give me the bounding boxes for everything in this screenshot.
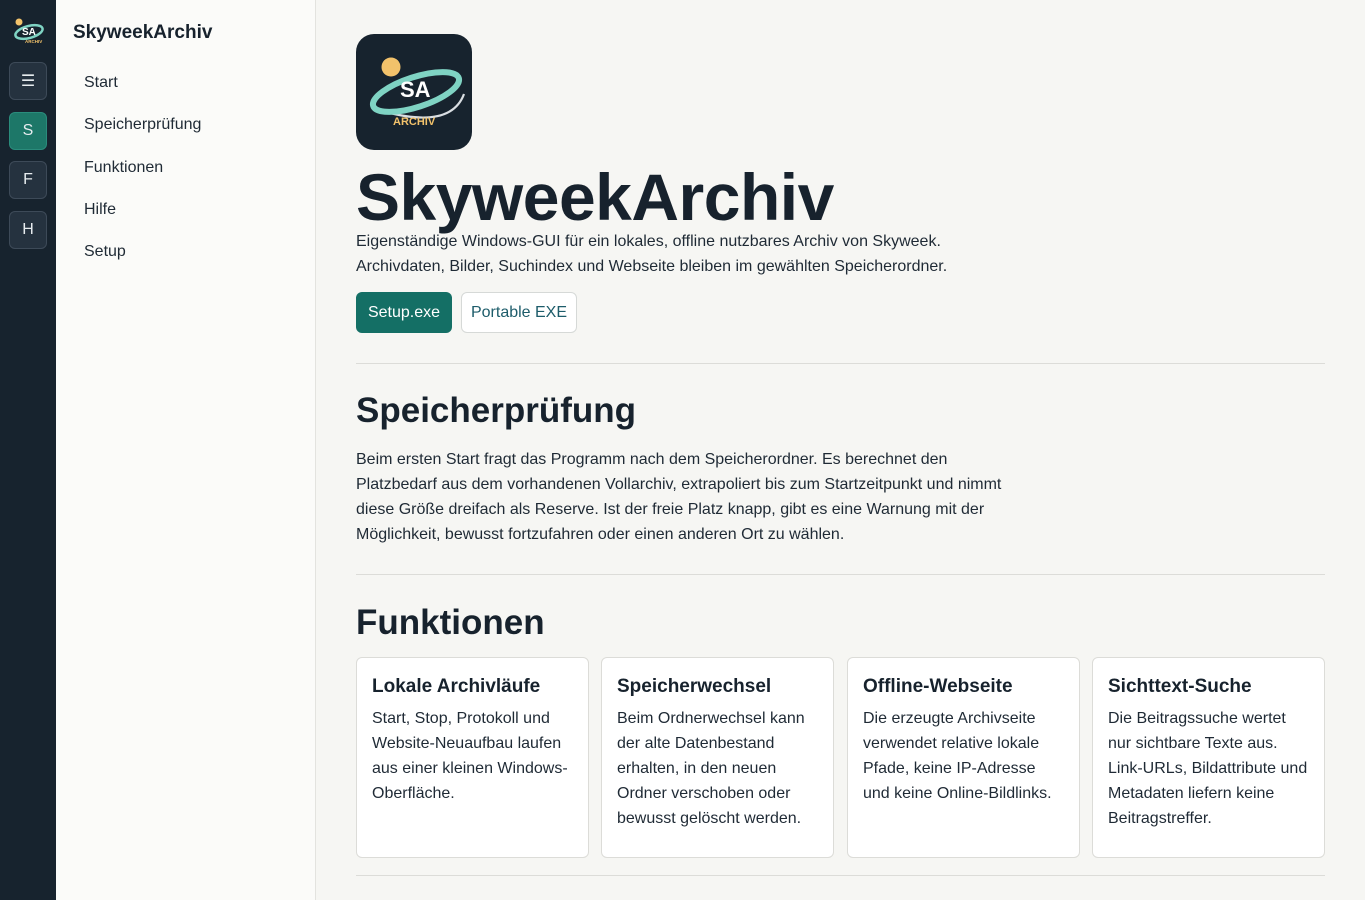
sidebar-item-setup[interactable]: Setup <box>84 243 126 261</box>
feature-card-title: Sichttext-Suche <box>1108 676 1252 697</box>
speicherpruefung-text: Beim ersten Start fragt das Programm nac… <box>356 451 1002 543</box>
feature-card-text: Beim Ordnerwechsel kann der alte Datenbe… <box>617 710 805 827</box>
feature-card-text: Start, Stop, Protokoll und Website-Neuau… <box>372 710 568 802</box>
portable-exe-button[interactable]: Portable EXE <box>461 292 577 333</box>
sidebar-item-speicherpruefung[interactable]: Speicherprüfung <box>84 116 201 134</box>
feature-card-title: Lokale Archivläufe <box>372 676 541 697</box>
sidebar-item-hilfe[interactable]: Hilfe <box>84 201 116 219</box>
rail-button-label: S <box>22 122 34 139</box>
svg-text:SA: SA <box>22 27 36 38</box>
feature-card-title: Speicherwechsel <box>617 676 772 697</box>
feature-card: Sichttext-Suche Die Beitragssuche wertet… <box>1092 657 1325 858</box>
menu-icon: ☰ <box>20 73 36 90</box>
hero-logo: SA ARCHIV <box>356 34 472 150</box>
setup-exe-button[interactable]: Setup.exe <box>356 292 452 333</box>
feature-card-text: Die Beitragssuche wertet nur sichtbare T… <box>1108 710 1308 827</box>
feature-card-title: Offline-Webseite <box>863 676 1013 697</box>
main-content: SA ARCHIV SkyweekArchiv Eigenständige Wi… <box>356 0 1325 900</box>
svg-text:ARCHIV: ARCHIV <box>25 39 42 44</box>
app-logo-icon[interactable]: SA ARCHIV <box>11 14 45 48</box>
section-divider <box>356 363 1325 364</box>
icon-rail: SA ARCHIV ☰ S F H <box>0 0 56 900</box>
rail-button-start[interactable]: S <box>9 112 47 150</box>
feature-card: Speicherwechsel Beim Ordnerwechsel kann … <box>601 657 834 858</box>
section-divider <box>356 875 1325 876</box>
sidebar-item-funktionen[interactable]: Funktionen <box>84 159 163 177</box>
hero-description-line-2: Archivdaten, Bilder, Suchindex und Webse… <box>356 258 948 275</box>
rail-button-label: H <box>22 221 34 238</box>
rail-button-funktionen[interactable]: F <box>9 161 47 199</box>
menu-button[interactable]: ☰ <box>9 62 47 100</box>
page-title: SkyweekArchiv <box>356 160 834 234</box>
section-divider <box>356 574 1325 575</box>
feature-card: Lokale Archivläufe Start, Stop, Protokol… <box>356 657 589 858</box>
rail-button-hilfe[interactable]: H <box>9 211 47 249</box>
rail-button-label: F <box>23 171 33 188</box>
section-heading-funktionen: Funktionen <box>356 603 545 642</box>
section-heading-speicherpruefung: Speicherprüfung <box>356 391 637 430</box>
svg-text:ARCHIV: ARCHIV <box>393 116 436 128</box>
feature-card-text: Die erzeugte Archivseite verwendet relat… <box>863 710 1052 802</box>
sidebar: SkyweekArchiv Start Speicherprüfung Funk… <box>56 0 316 900</box>
hero-description-line-1: Eigenständige Windows-GUI für ein lokale… <box>356 233 941 250</box>
svg-text:SA: SA <box>400 77 431 102</box>
feature-card: Offline-Webseite Die erzeugte Archivseit… <box>847 657 1080 858</box>
sidebar-title: SkyweekArchiv <box>73 22 213 43</box>
sidebar-item-start[interactable]: Start <box>84 74 118 92</box>
app-logo-icon: SA ARCHIV <box>356 34 472 150</box>
